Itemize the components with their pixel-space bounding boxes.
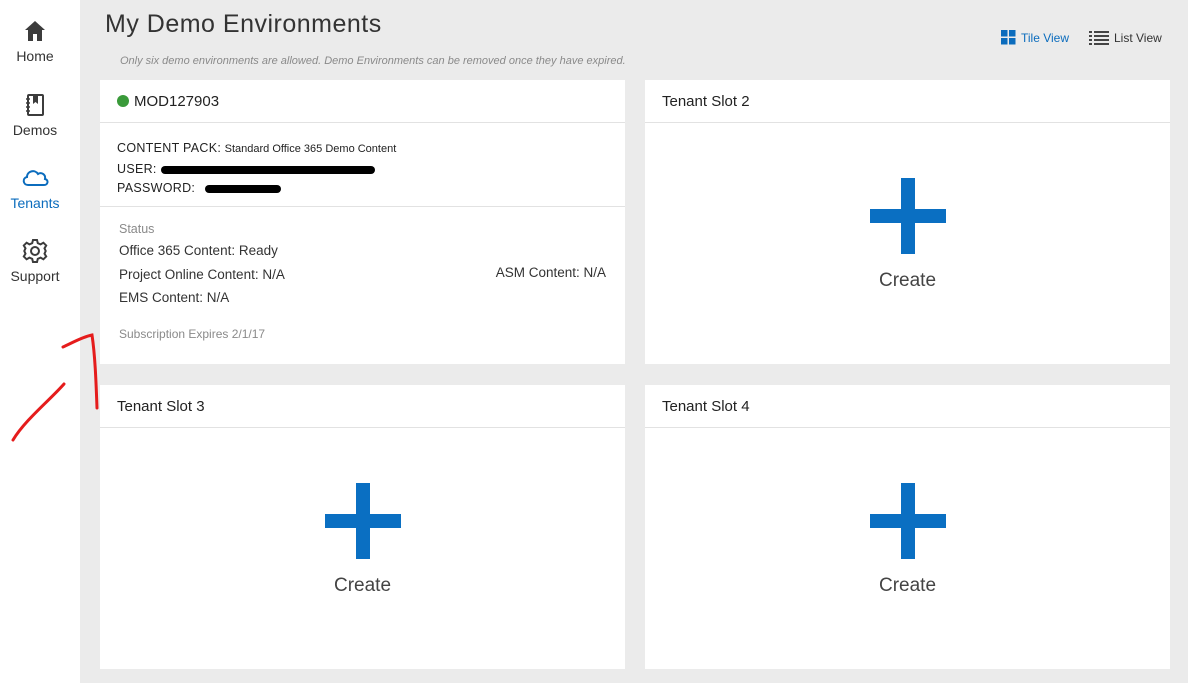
book-icon [26, 94, 44, 116]
tile-view-icon [1001, 30, 1016, 45]
tenant-slot-card: Tenant Slot 3 Create [100, 385, 625, 669]
tenant-slot-card: Tenant Slot 2 Create [645, 80, 1170, 364]
environment-limit-notice: Only six demo environments are allowed. … [120, 55, 626, 67]
sidebar-item-support[interactable]: Support [0, 238, 70, 284]
subscription-expiry: Subscription Expires 2/1/17 [119, 326, 266, 341]
password-line: PASSWORD: [117, 179, 608, 199]
sidebar-item-demos[interactable]: Demos [0, 92, 70, 138]
plus-icon [869, 178, 946, 254]
password-key: PASSWORD: [117, 181, 196, 195]
tenant-slot-card: Tenant Slot 4 Create [645, 385, 1170, 669]
create-label: Create [333, 575, 392, 596]
content-pack-key: CONTENT PACK: [117, 141, 222, 155]
content-pack-line: CONTENT PACK: Standard Office 365 Demo C… [117, 139, 608, 160]
redacted-user-mark [161, 165, 375, 174]
create-tenant-button[interactable]: Create [100, 428, 625, 669]
cloud-icon [22, 170, 49, 186]
sidebar: Home Demos Tenants Support [0, 0, 80, 683]
tenant-name: MOD127903 [134, 92, 220, 110]
home-icon [25, 21, 45, 41]
tenant-slot-title: Tenant Slot 3 [100, 385, 625, 428]
plus-icon [324, 483, 401, 559]
tile-view-button[interactable]: Tile View [1001, 30, 1069, 45]
plus-icon [869, 483, 946, 559]
tenant-card-header: MOD127903 [100, 80, 625, 123]
create-label: Create [878, 270, 937, 291]
gear-icon [22, 239, 48, 263]
sidebar-item-label: Tenants [10, 195, 60, 211]
status-heading: Status [119, 222, 155, 236]
create-label: Create [878, 575, 937, 596]
list-view-icon [1089, 31, 1109, 45]
office-content-status: Office 365 Content: Ready [119, 243, 278, 258]
tenant-slot-title: Tenant Slot 2 [645, 80, 1170, 123]
tile-view-label: Tile View [1021, 30, 1070, 45]
sidebar-item-label: Home [16, 48, 54, 64]
asm-content-status: ASM Content: N/A [495, 265, 606, 280]
sidebar-item-home[interactable]: Home [0, 18, 70, 64]
list-view-button[interactable]: List View [1089, 30, 1162, 46]
create-tenant-button[interactable]: Create [645, 123, 1170, 364]
user-line: USER: [117, 160, 608, 180]
sidebar-item-tenants[interactable]: Tenants [0, 165, 70, 211]
tenant-card: MOD127903 CONTENT PACK: Standard Office … [100, 80, 625, 364]
redacted-password-mark [205, 185, 281, 193]
tenant-status: Status Office 365 Content: Ready Project… [100, 207, 625, 356]
tenant-slot-title: Tenant Slot 4 [645, 385, 1170, 428]
user-key: USER: [117, 161, 157, 176]
sidebar-item-label: Demos [12, 122, 58, 138]
status-dot-icon [117, 95, 129, 107]
sidebar-item-label: Support [10, 268, 60, 284]
create-tenant-button[interactable]: Create [645, 428, 1170, 669]
page-title: My Demo Environments [105, 10, 382, 38]
list-view-label: List View [1114, 31, 1162, 45]
tenant-details: CONTENT PACK: Standard Office 365 Demo C… [100, 123, 625, 207]
content-pack-value: Standard Office 365 Demo Content [224, 143, 397, 155]
ems-content-status: EMS Content: N/A [119, 290, 230, 305]
